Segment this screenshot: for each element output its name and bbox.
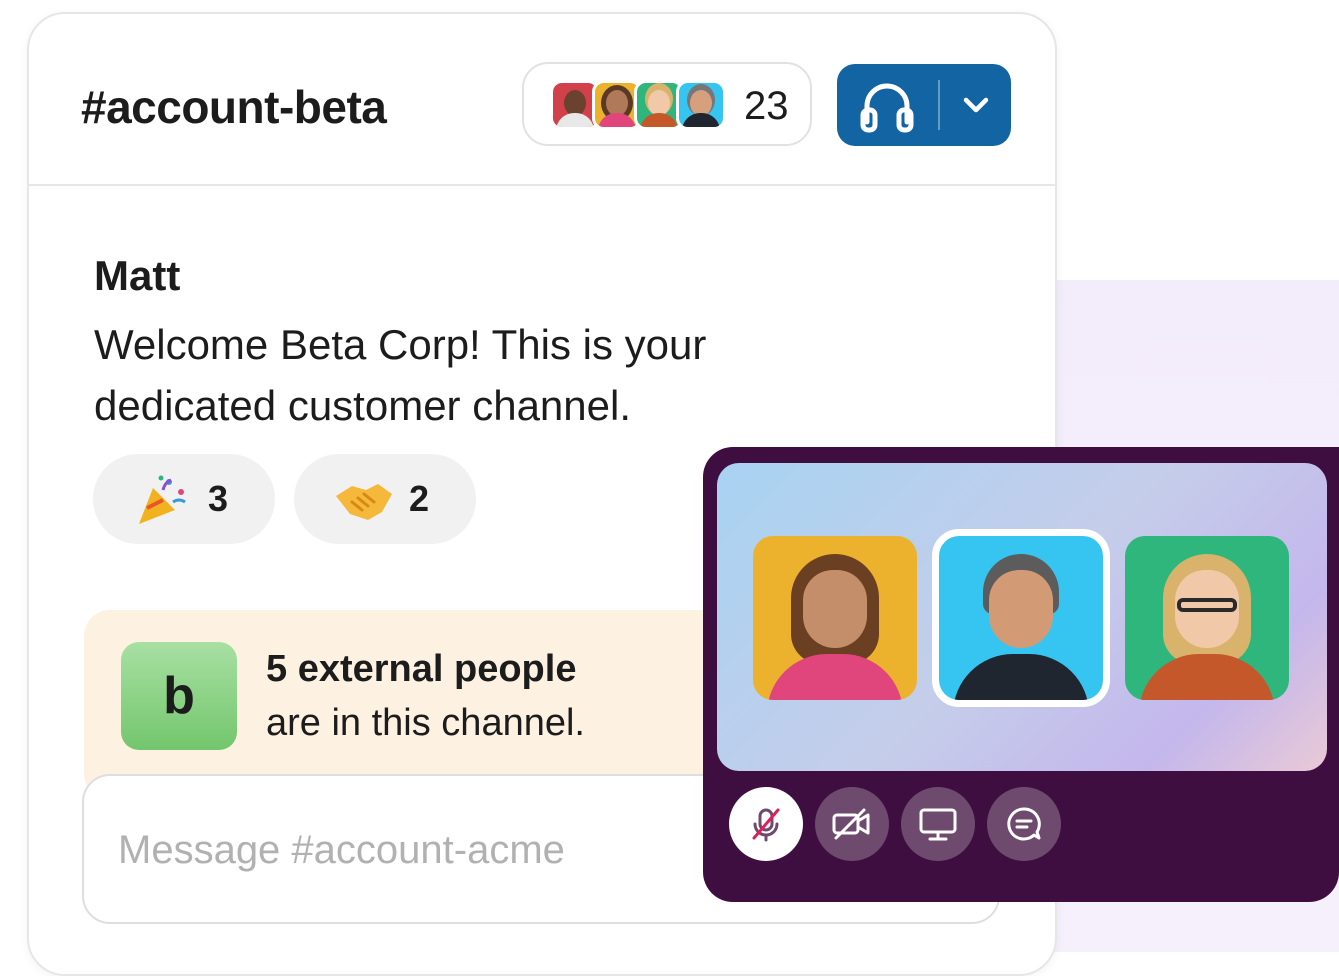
huddle-window xyxy=(703,447,1339,902)
channel-header: #account-beta 23 xyxy=(29,14,1055,186)
external-banner-title: 5 external people xyxy=(266,648,577,690)
divider xyxy=(938,80,940,130)
participant-tile[interactable] xyxy=(753,536,917,700)
members-button[interactable]: 23 xyxy=(522,62,812,146)
reaction-count: 2 xyxy=(409,478,430,519)
video-toggle[interactable] xyxy=(815,787,889,861)
chat-bubble-icon xyxy=(1007,807,1041,841)
party-popper-icon xyxy=(139,475,186,524)
handshake-icon xyxy=(336,484,392,520)
huddle-button[interactable] xyxy=(837,64,1011,146)
reaction-handshake[interactable]: 2 xyxy=(294,454,476,544)
microphone-off-icon xyxy=(752,808,780,842)
chevron-down-icon xyxy=(963,97,989,113)
message-input[interactable]: Message #account-acme xyxy=(118,828,565,873)
external-org-logo: b xyxy=(121,642,237,750)
huddle-options-button[interactable] xyxy=(941,64,1011,146)
monitor-icon xyxy=(919,808,957,841)
message-sender[interactable]: Matt xyxy=(94,252,180,300)
headphones-icon xyxy=(860,83,914,133)
message-text: Welcome Beta Corp! This is your dedicate… xyxy=(94,321,707,429)
member-avatar xyxy=(676,80,726,130)
member-count: 23 xyxy=(744,84,789,128)
huddle-video-grid xyxy=(717,463,1327,771)
start-huddle-button[interactable] xyxy=(837,64,937,146)
external-banner-subtitle: are in this channel. xyxy=(266,702,585,744)
participant-tile-active[interactable] xyxy=(932,529,1110,707)
reaction-party[interactable]: 3 xyxy=(93,454,275,544)
channel-title[interactable]: #account-beta xyxy=(81,80,387,134)
reaction-count: 3 xyxy=(208,478,229,519)
mute-toggle[interactable] xyxy=(729,787,803,861)
huddle-thread-button[interactable] xyxy=(987,787,1061,861)
video-off-icon xyxy=(832,808,870,840)
participant-tile[interactable] xyxy=(1125,536,1289,700)
share-screen-button[interactable] xyxy=(901,787,975,861)
